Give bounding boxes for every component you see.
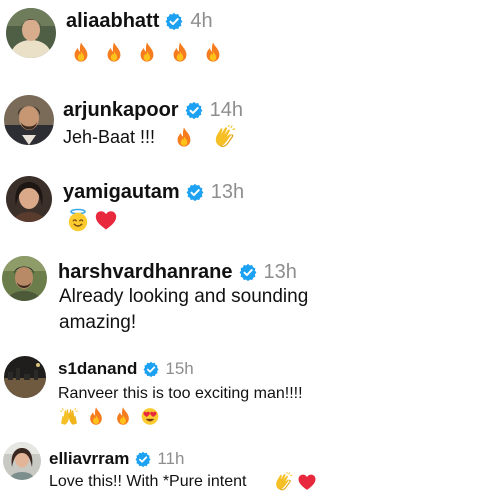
username[interactable]: arjunkapoor: [63, 99, 179, 122]
fire-icon: [86, 406, 106, 426]
comment-text-line-2: amazing!: [59, 312, 137, 333]
angel-face-icon: [66, 208, 90, 232]
emoji-row: [59, 405, 160, 427]
username[interactable]: elliavrram: [49, 449, 129, 469]
fire-icon: [103, 41, 125, 63]
comment-time: 11h: [157, 449, 185, 468]
username[interactable]: harshvardhanrane: [58, 261, 233, 284]
fire-icon: [173, 126, 195, 148]
fire-icon: [169, 41, 191, 63]
verified-badge-icon: [135, 451, 152, 467]
avatar[interactable]: [4, 356, 46, 398]
comment-text: Love this!! With *Pure intent: [49, 473, 247, 490]
emoji-row: [70, 40, 224, 64]
comment-text-line-1: Already looking and sounding: [59, 286, 309, 307]
comment-time: 15h: [165, 359, 194, 378]
raising-hands-icon: [59, 406, 79, 426]
comment-aliaabhatt: aliaabhatt 4h: [0, 0, 500, 80]
avatar[interactable]: [2, 256, 47, 301]
comment-text: Ranveer this is too exciting man!!!!: [58, 385, 303, 402]
username[interactable]: aliaabhatt: [66, 10, 159, 33]
verified-badge-icon: [238, 263, 257, 281]
fire-icon: [113, 406, 133, 426]
verified-badge-icon: [143, 361, 160, 377]
fire-icon: [202, 41, 224, 63]
comment-s1danand: s1danand 15h Ranveer this is too excitin…: [0, 350, 500, 435]
heart-eyes-icon: [140, 406, 160, 426]
comment-text: Jeh-Baat !!!: [63, 127, 156, 147]
comment-harshvardhanrane: harshvardhanrane 13h Already looking and…: [0, 250, 500, 345]
clapping-hands-icon: [273, 472, 293, 492]
username[interactable]: yamigautam: [63, 181, 180, 204]
fire-icon: [136, 41, 158, 63]
avatar[interactable]: [3, 442, 41, 480]
red-heart-icon: [297, 472, 317, 492]
username[interactable]: s1danand: [58, 359, 137, 379]
comment-time: 13h: [263, 260, 297, 283]
emoji-row: [66, 208, 118, 232]
clapping-hands-icon: [212, 125, 236, 149]
comment-time: 14h: [209, 98, 243, 121]
verified-badge-icon: [165, 12, 184, 30]
verified-badge-icon: [184, 101, 203, 119]
comment-arjunkapoor: arjunkapoor 14h Jeh-Baat !!!: [0, 85, 500, 165]
avatar[interactable]: [6, 8, 56, 58]
fire-icon: [70, 41, 92, 63]
comment-elliavrram: elliavrram 11h Love this!! With *Pure in…: [0, 438, 500, 500]
emoji-row: [273, 471, 317, 493]
verified-badge-icon: [185, 183, 204, 201]
comment-time: 4h: [190, 9, 213, 32]
avatar[interactable]: [6, 176, 52, 222]
avatar[interactable]: [4, 95, 54, 145]
comment-yamigautam: yamigautam 13h: [0, 170, 500, 250]
emoji-row: [173, 125, 236, 149]
comment-time: 13h: [210, 180, 245, 203]
red-heart-icon: [94, 208, 118, 232]
